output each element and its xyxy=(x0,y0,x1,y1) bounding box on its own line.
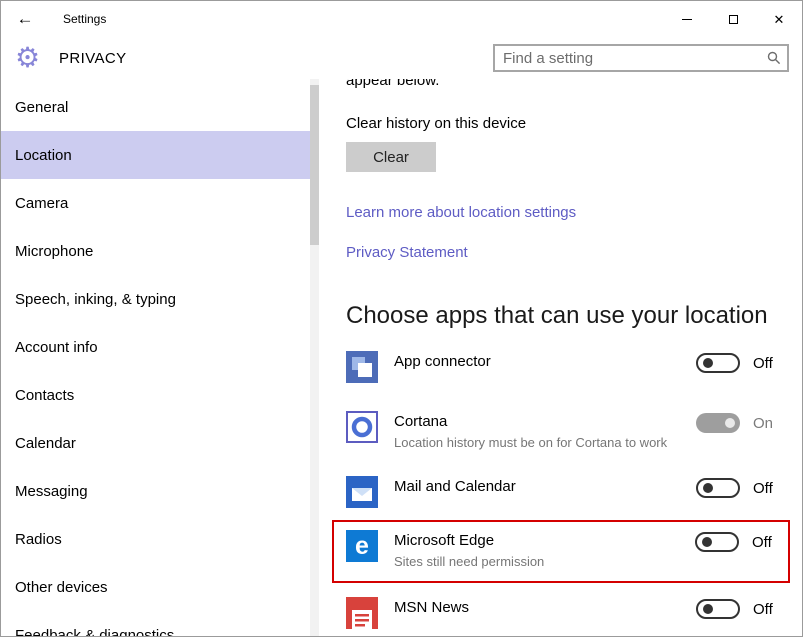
sidebar-item-location[interactable]: Location xyxy=(1,131,310,179)
app-description: Sites still need permission xyxy=(394,553,679,571)
apps-section-heading: Choose apps that can use your location xyxy=(346,302,789,330)
msn-news-icon xyxy=(346,597,378,629)
toggle-block: On xyxy=(696,413,779,433)
app-row-mail-and-calendar: Mail and Calendar Off xyxy=(346,476,789,508)
close-button[interactable]: ✕ xyxy=(756,1,802,37)
privacy-statement-link[interactable]: Privacy Statement xyxy=(346,244,789,261)
minimize-icon xyxy=(682,19,692,20)
toggle-block: Off xyxy=(696,478,779,498)
sidebar-scrollbar-thumb[interactable] xyxy=(310,85,319,245)
search-box xyxy=(493,44,789,72)
back-button[interactable]: ← xyxy=(1,1,49,37)
app-name: App connector xyxy=(394,353,696,370)
window-controls: ✕ xyxy=(664,1,802,37)
maximize-button[interactable] xyxy=(710,1,756,37)
microsoft-edge-icon: e xyxy=(346,530,378,562)
app-name: MSN News xyxy=(394,599,696,616)
sidebar-item-radios[interactable]: Radios xyxy=(1,515,310,563)
app-row-cortana: Cortana Location history must be on for … xyxy=(346,411,789,452)
toggle-knob xyxy=(702,537,712,547)
mail-and-calendar-toggle[interactable] xyxy=(696,478,740,498)
clipped-sentence-text: appear below. xyxy=(346,79,789,89)
sidebar: General Location Camera Microphone Speec… xyxy=(1,79,319,636)
sidebar-scrollbar[interactable] xyxy=(310,79,319,636)
page-header: ⚙ PRIVACY xyxy=(1,37,802,79)
toggle-knob xyxy=(703,483,713,493)
app-info: Mail and Calendar xyxy=(394,476,696,495)
back-arrow-icon: ← xyxy=(17,9,34,29)
search-icon[interactable] xyxy=(761,51,787,65)
toggle-block: Off xyxy=(695,532,778,552)
settings-window: ← Settings ✕ ⚙ PRIVACY General Location xyxy=(0,0,803,637)
sidebar-item-camera[interactable]: Camera xyxy=(1,179,310,227)
sidebar-item-microphone[interactable]: Microphone xyxy=(1,227,310,275)
app-info: Cortana Location history must be on for … xyxy=(394,411,696,452)
titlebar: ← Settings ✕ xyxy=(1,1,802,37)
edge-letter-glyph: e xyxy=(346,530,378,562)
toggle-state-label: Off xyxy=(753,480,779,497)
app-name: Cortana xyxy=(394,413,696,430)
app-info: MSN News xyxy=(394,597,696,616)
settings-body: General Location Camera Microphone Speec… xyxy=(1,79,802,636)
app-connector-toggle[interactable] xyxy=(696,353,740,373)
microsoft-edge-toggle[interactable] xyxy=(695,532,739,552)
sidebar-item-feedback-diagnostics[interactable]: Feedback & diagnostics xyxy=(1,611,310,637)
clear-button[interactable]: Clear xyxy=(346,142,436,172)
toggle-block: Off xyxy=(696,353,779,373)
app-name: Microsoft Edge xyxy=(394,532,695,549)
page-title: PRIVACY xyxy=(59,50,127,67)
toggle-knob xyxy=(703,358,713,368)
gear-icon: ⚙ xyxy=(15,44,47,72)
toggle-knob xyxy=(725,418,735,428)
sidebar-item-messaging[interactable]: Messaging xyxy=(1,467,310,515)
maximize-icon xyxy=(729,15,738,24)
sidebar-item-speech-inking-typing[interactable]: Speech, inking, & typing xyxy=(1,275,310,323)
app-description: Location history must be on for Cortana … xyxy=(394,434,679,452)
window-title: Settings xyxy=(63,12,106,26)
app-name: Mail and Calendar xyxy=(394,478,696,495)
msn-news-toggle[interactable] xyxy=(696,599,740,619)
toggle-state-label: Off xyxy=(753,601,779,618)
mail-and-calendar-icon xyxy=(346,476,378,508)
sidebar-item-account-info[interactable]: Account info xyxy=(1,323,310,371)
learn-more-link[interactable]: Learn more about location settings xyxy=(346,204,789,221)
cortana-toggle xyxy=(696,413,740,433)
toggle-state-label: On xyxy=(753,415,779,432)
sidebar-item-calendar[interactable]: Calendar xyxy=(1,419,310,467)
cortana-icon xyxy=(346,411,378,443)
sidebar-item-general[interactable]: General xyxy=(1,83,310,131)
app-row-msn-news: MSN News Off xyxy=(346,597,789,629)
toggle-block: Off xyxy=(696,599,779,619)
app-row-microsoft-edge: e Microsoft Edge Sites still need permis… xyxy=(332,520,790,583)
app-info: Microsoft Edge Sites still need permissi… xyxy=(394,530,695,571)
sidebar-item-other-devices[interactable]: Other devices xyxy=(1,563,310,611)
toggle-knob xyxy=(703,604,713,614)
location-settings-content: appear below. Clear history on this devi… xyxy=(319,79,802,636)
sidebar-item-contacts[interactable]: Contacts xyxy=(1,371,310,419)
app-info: App connector xyxy=(394,351,696,370)
clear-history-label: Clear history on this device xyxy=(346,115,789,132)
app-connector-icon xyxy=(346,351,378,383)
toggle-state-label: Off xyxy=(752,534,778,551)
close-icon: ✕ xyxy=(774,13,785,26)
minimize-button[interactable] xyxy=(664,1,710,37)
search-input[interactable] xyxy=(495,50,761,67)
toggle-state-label: Off xyxy=(753,355,779,372)
app-row-app-connector: App connector Off xyxy=(346,351,789,383)
app-list: App connector Off xyxy=(346,351,789,629)
